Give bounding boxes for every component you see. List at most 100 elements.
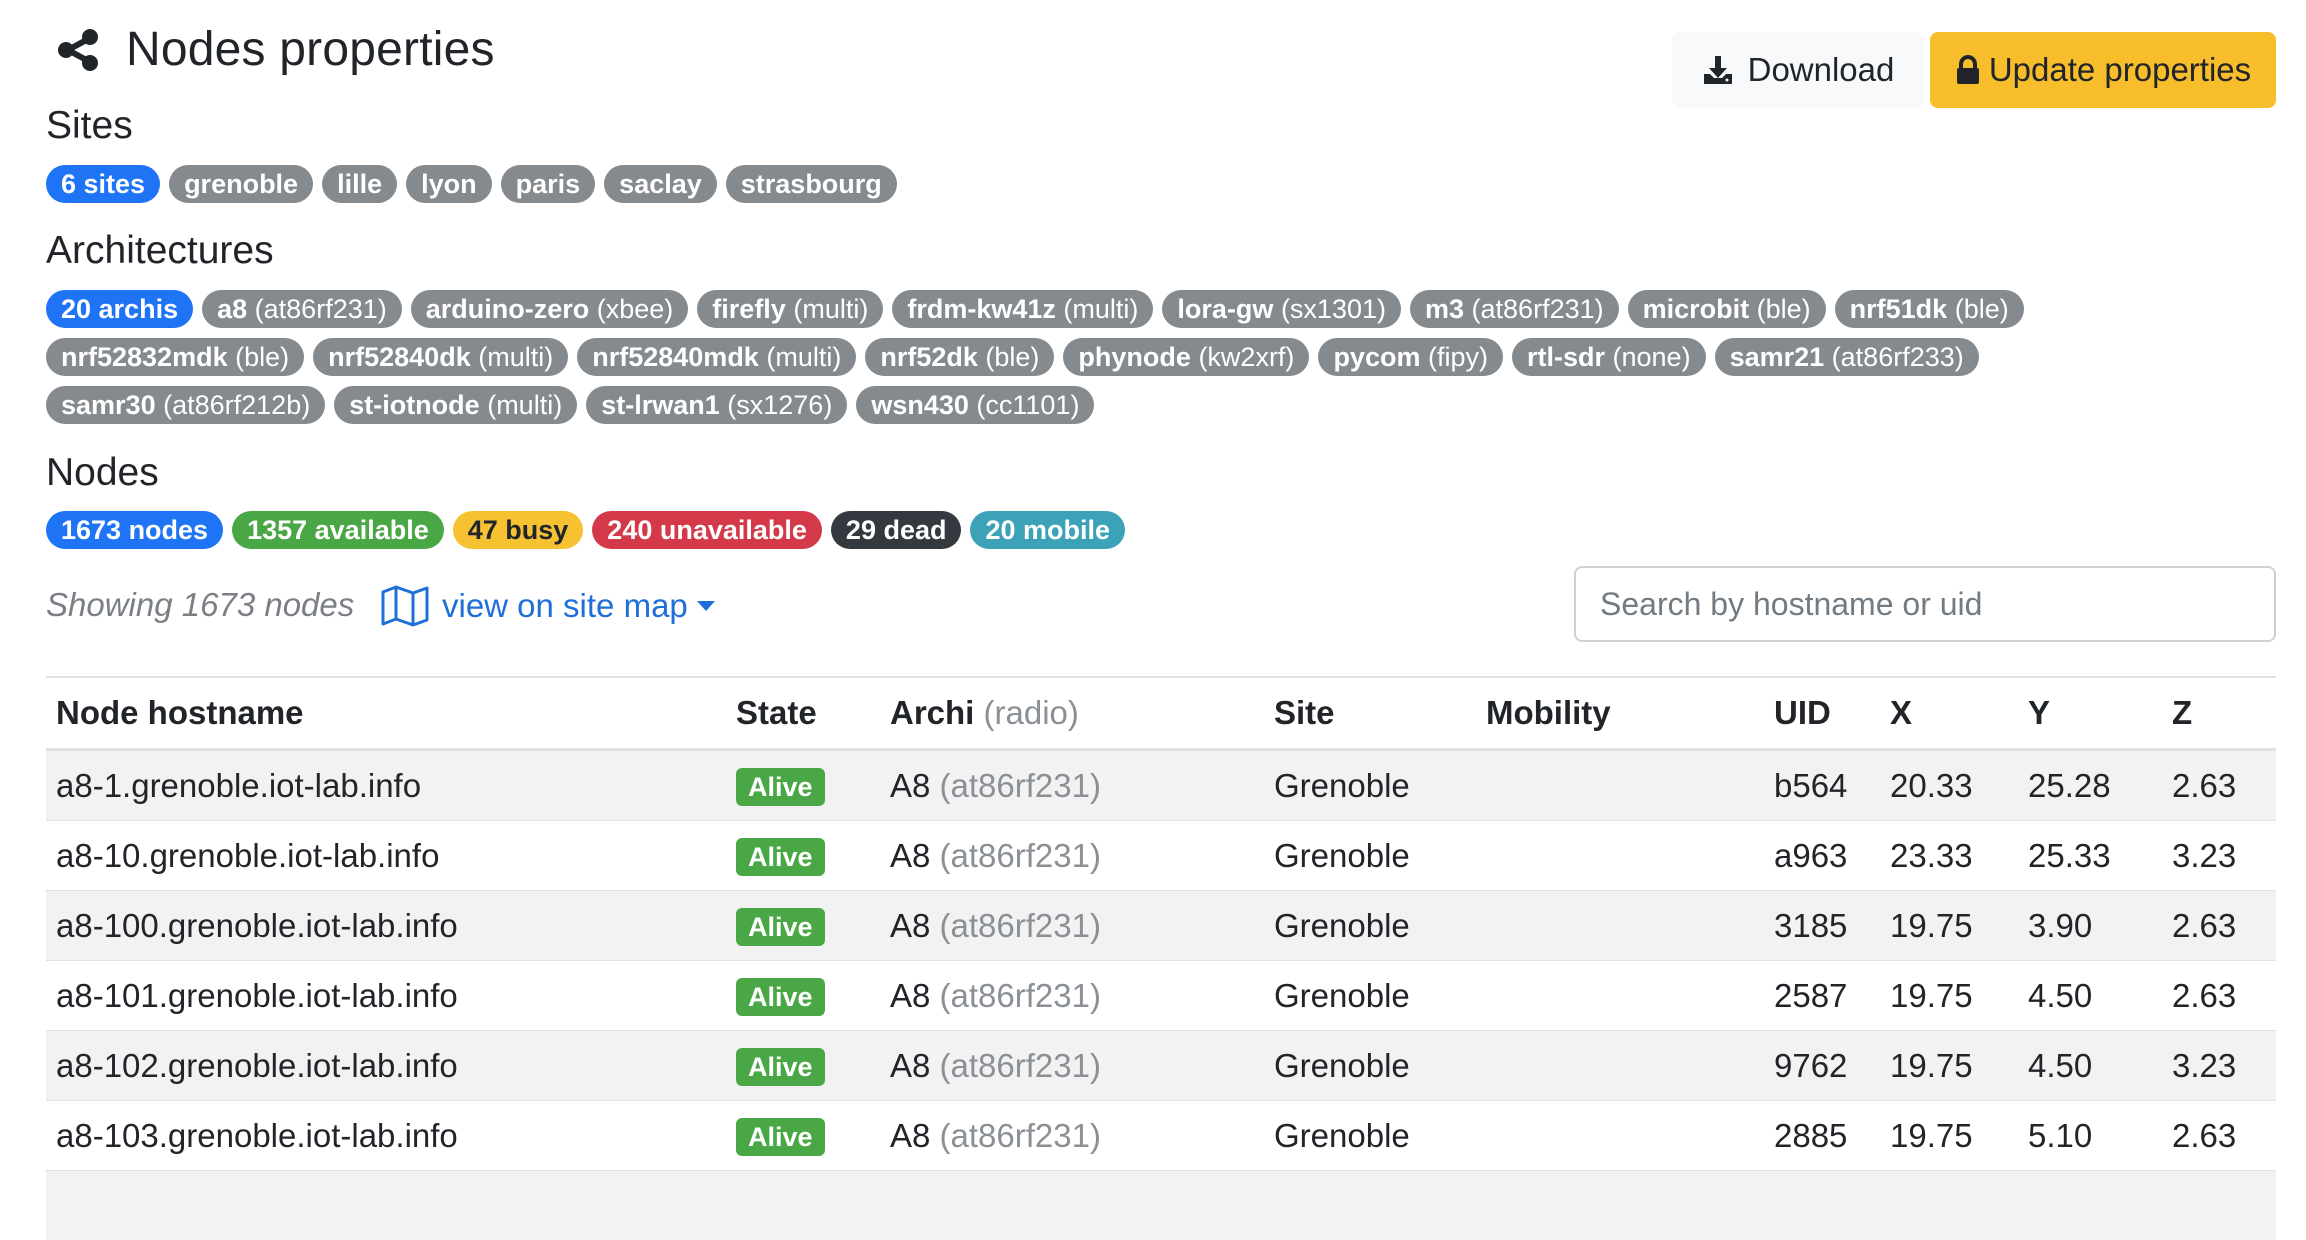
table-row[interactable]: a8-1.grenoble.iot-lab.info Alive A8 (at8… bbox=[46, 750, 2276, 821]
architecture-radio: (ble) bbox=[235, 342, 289, 372]
architecture-badge[interactable]: nrf52832mdk (ble) bbox=[46, 338, 304, 376]
architecture-badge[interactable]: nrf52840mdk (multi) bbox=[577, 338, 856, 376]
lock-icon bbox=[1955, 55, 1981, 85]
architecture-badge[interactable]: arduino-zero (xbee) bbox=[411, 290, 689, 328]
table-row[interactable]: a8-102.grenoble.iot-lab.info Alive A8 (a… bbox=[46, 1031, 2276, 1101]
cell-archi: A8 (at86rf231) bbox=[880, 1101, 1264, 1171]
architecture-badge[interactable]: pycom (fipy) bbox=[1318, 338, 1503, 376]
architecture-name: rtl-sdr bbox=[1527, 342, 1605, 372]
architecture-radio: (fipy) bbox=[1428, 342, 1488, 372]
architecture-name: frdm-kw41z bbox=[907, 294, 1056, 324]
search-input[interactable] bbox=[1574, 566, 2276, 642]
nodes-table: Node hostname State Archi (radio) Site M… bbox=[46, 676, 2276, 1240]
architecture-badge[interactable]: st-iotnode (multi) bbox=[334, 386, 577, 424]
col-y[interactable]: Y bbox=[2018, 677, 2162, 750]
architecture-badge[interactable]: rtl-sdr (none) bbox=[1512, 338, 1706, 376]
cell-mobility bbox=[1476, 1031, 1764, 1101]
col-archi[interactable]: Archi (radio) bbox=[880, 677, 1264, 750]
site-badge[interactable]: strasbourg bbox=[726, 165, 897, 203]
archi-radio: (at86rf231) bbox=[940, 1047, 1101, 1084]
architecture-badge[interactable]: nrf52840dk (multi) bbox=[313, 338, 568, 376]
cell-y: 4.50 bbox=[2018, 961, 2162, 1031]
architecture-badge[interactable]: frdm-kw41z (multi) bbox=[892, 290, 1153, 328]
download-button[interactable]: Download bbox=[1672, 32, 1924, 108]
architecture-name: phynode bbox=[1078, 342, 1191, 372]
cell-uid: 2587 bbox=[1764, 961, 1880, 1031]
architecture-badges: 20 archis a8 (at86rf231)arduino-zero (xb… bbox=[46, 290, 2126, 424]
update-properties-button[interactable]: Update properties bbox=[1930, 32, 2276, 108]
cell-mobility bbox=[1476, 1101, 1764, 1171]
architecture-badge[interactable]: samr21 (at86rf233) bbox=[1715, 338, 1979, 376]
architecture-badge[interactable]: samr30 (at86rf212b) bbox=[46, 386, 325, 424]
architecture-radio: (none) bbox=[1613, 342, 1691, 372]
site-badge[interactable]: lille bbox=[322, 165, 397, 203]
nodes-total-badge[interactable]: 1673 nodes bbox=[46, 511, 223, 549]
col-state[interactable]: State bbox=[726, 677, 880, 750]
table-row[interactable]: a8-103.grenoble.iot-lab.info Alive A8 (a… bbox=[46, 1101, 2276, 1171]
architecture-badge[interactable]: nrf52dk (ble) bbox=[865, 338, 1054, 376]
col-site[interactable]: Site bbox=[1264, 677, 1476, 750]
architecture-name: nrf52840dk bbox=[328, 342, 471, 372]
architecture-badge[interactable]: m3 (at86rf231) bbox=[1410, 290, 1619, 328]
view-site-map-link[interactable]: view on site map bbox=[380, 584, 716, 628]
architecture-name: nrf52832mdk bbox=[61, 342, 228, 372]
cell-archi: A8 (at86rf231) bbox=[880, 891, 1264, 961]
architecture-badge[interactable]: microbit (ble) bbox=[1628, 290, 1826, 328]
page-header: Nodes properties bbox=[54, 22, 495, 77]
nodes-dead-badge[interactable]: 29 dead bbox=[831, 511, 962, 549]
architecture-badge[interactable]: firefly (multi) bbox=[697, 290, 883, 328]
site-badge[interactable]: paris bbox=[501, 165, 596, 203]
architecture-badge[interactable]: st-lrwan1 (sx1276) bbox=[586, 386, 847, 424]
architecture-badge[interactable]: a8 (at86rf231) bbox=[202, 290, 402, 328]
table-row[interactable]: a8-101.grenoble.iot-lab.info Alive A8 (a… bbox=[46, 961, 2276, 1031]
col-x[interactable]: X bbox=[1880, 677, 2018, 750]
nodes-unavailable-badge[interactable]: 240 unavailable bbox=[592, 511, 822, 549]
cell-hostname: a8-101.grenoble.iot-lab.info bbox=[46, 961, 726, 1031]
col-z[interactable]: Z bbox=[2162, 677, 2276, 750]
architectures-heading: Architectures bbox=[46, 229, 274, 273]
sites-count-badge[interactable]: 6 sites bbox=[46, 165, 160, 203]
col-uid[interactable]: UID bbox=[1764, 677, 1880, 750]
download-label: Download bbox=[1748, 51, 1895, 89]
archis-count-badge[interactable]: 20 archis bbox=[46, 290, 193, 328]
architecture-badge[interactable]: nrf51dk (ble) bbox=[1835, 290, 2024, 328]
cell-hostname: a8-103.grenoble.iot-lab.info bbox=[46, 1101, 726, 1171]
caret-down-icon bbox=[696, 599, 716, 613]
nodes-busy-badge[interactable]: 47 busy bbox=[453, 511, 584, 549]
table-row[interactable]: a8-10.grenoble.iot-lab.info Alive A8 (at… bbox=[46, 821, 2276, 891]
cell-x: 19.75 bbox=[1880, 961, 2018, 1031]
site-badge[interactable]: grenoble bbox=[169, 165, 313, 203]
cell-state: Alive bbox=[726, 1031, 880, 1101]
architecture-name: firefly bbox=[712, 294, 786, 324]
architecture-badge[interactable]: wsn430 (cc1101) bbox=[856, 386, 1094, 424]
architecture-name: lora-gw bbox=[1177, 294, 1273, 324]
cell-y: 25.28 bbox=[2018, 750, 2162, 821]
cell-site: Grenoble bbox=[1264, 891, 1476, 961]
cell-state: Alive bbox=[726, 961, 880, 1031]
architecture-badge[interactable]: phynode (kw2xrf) bbox=[1063, 338, 1309, 376]
site-badge[interactable]: saclay bbox=[604, 165, 717, 203]
nodes-mobile-badge[interactable]: 20 mobile bbox=[970, 511, 1125, 549]
architecture-badge[interactable]: lora-gw (sx1301) bbox=[1162, 290, 1401, 328]
archi-radio: (at86rf231) bbox=[940, 977, 1101, 1014]
architecture-radio: (kw2xrf) bbox=[1198, 342, 1294, 372]
cell-z: 3.23 bbox=[2162, 1031, 2276, 1101]
cell-archi: A8 (at86rf231) bbox=[880, 961, 1264, 1031]
cell-x: 19.75 bbox=[1880, 891, 2018, 961]
share-icon bbox=[54, 25, 104, 75]
cell-y: 25.33 bbox=[2018, 821, 2162, 891]
table-row-partial[interactable] bbox=[46, 1171, 2276, 1240]
col-mobility[interactable]: Mobility bbox=[1476, 677, 1764, 750]
site-badge[interactable]: lyon bbox=[406, 165, 492, 203]
site-badges: 6 sites grenoblelillelyonparissaclaystra… bbox=[46, 165, 906, 203]
cell-archi: A8 (at86rf231) bbox=[880, 750, 1264, 821]
architecture-radio: (sx1276) bbox=[727, 390, 832, 420]
table-row[interactable]: a8-100.grenoble.iot-lab.info Alive A8 (a… bbox=[46, 891, 2276, 961]
architecture-radio: (at86rf212b) bbox=[163, 390, 310, 420]
architecture-radio: (multi) bbox=[478, 342, 553, 372]
cell-uid: b564 bbox=[1764, 750, 1880, 821]
nodes-available-badge[interactable]: 1357 available bbox=[232, 511, 444, 549]
col-hostname[interactable]: Node hostname bbox=[46, 677, 726, 750]
cell-mobility bbox=[1476, 750, 1764, 821]
architecture-radio: (multi) bbox=[766, 342, 841, 372]
